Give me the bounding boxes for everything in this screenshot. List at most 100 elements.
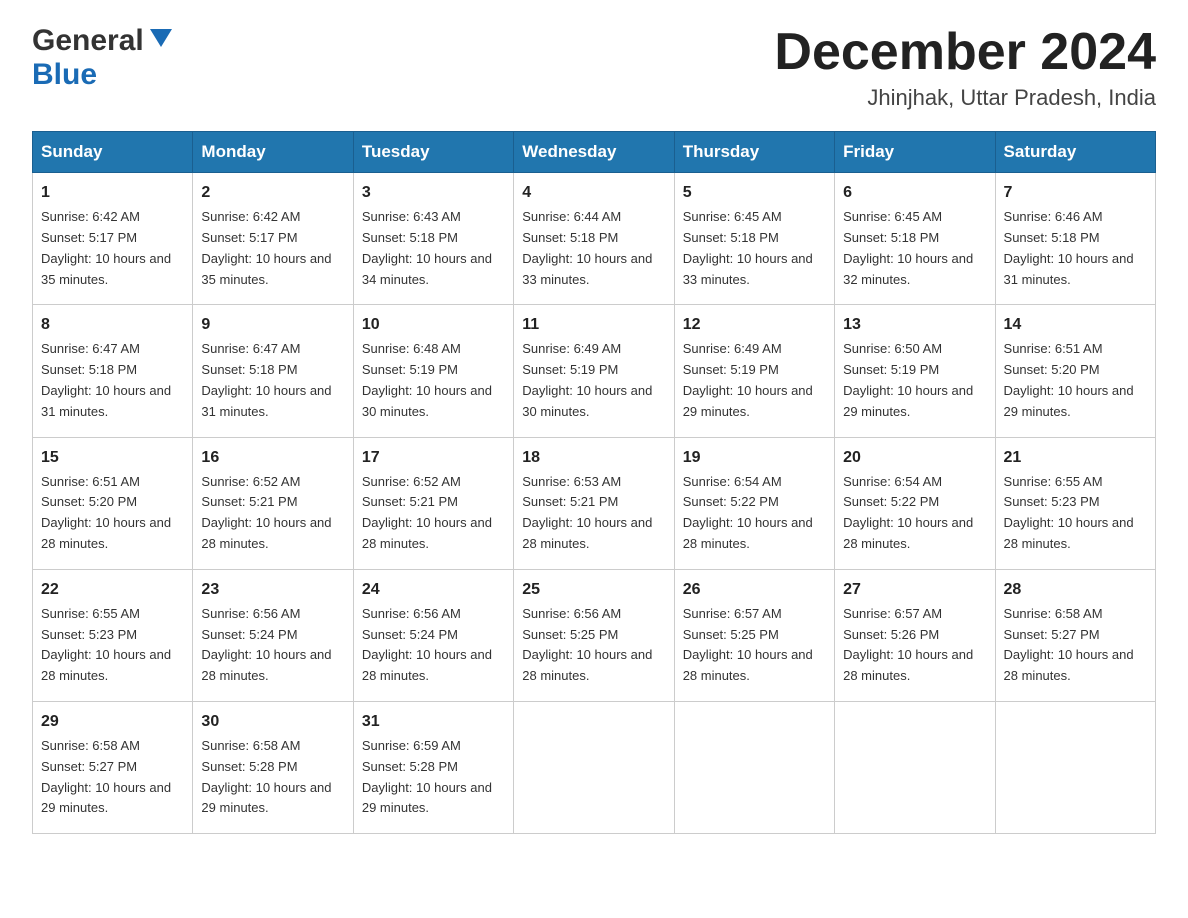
calendar-cell: 31 Sunrise: 6:59 AMSunset: 5:28 PMDaylig… bbox=[353, 701, 513, 833]
day-number: 25 bbox=[522, 578, 665, 602]
calendar-cell: 11 Sunrise: 6:49 AMSunset: 5:19 PMDaylig… bbox=[514, 305, 674, 437]
calendar-week-row: 15 Sunrise: 6:51 AMSunset: 5:20 PMDaylig… bbox=[33, 437, 1156, 569]
calendar-cell: 14 Sunrise: 6:51 AMSunset: 5:20 PMDaylig… bbox=[995, 305, 1155, 437]
weekday-header-tuesday: Tuesday bbox=[353, 132, 513, 173]
calendar-cell: 19 Sunrise: 6:54 AMSunset: 5:22 PMDaylig… bbox=[674, 437, 834, 569]
calendar-cell: 4 Sunrise: 6:44 AMSunset: 5:18 PMDayligh… bbox=[514, 173, 674, 305]
calendar-cell: 12 Sunrise: 6:49 AMSunset: 5:19 PMDaylig… bbox=[674, 305, 834, 437]
calendar-week-row: 29 Sunrise: 6:58 AMSunset: 5:27 PMDaylig… bbox=[33, 701, 1156, 833]
day-number: 17 bbox=[362, 446, 505, 470]
day-number: 5 bbox=[683, 181, 826, 205]
logo-general-text: General bbox=[32, 24, 144, 58]
weekday-header-saturday: Saturday bbox=[995, 132, 1155, 173]
calendar-cell: 17 Sunrise: 6:52 AMSunset: 5:21 PMDaylig… bbox=[353, 437, 513, 569]
calendar-cell: 21 Sunrise: 6:55 AMSunset: 5:23 PMDaylig… bbox=[995, 437, 1155, 569]
day-info: Sunrise: 6:56 AMSunset: 5:25 PMDaylight:… bbox=[522, 606, 652, 683]
calendar-cell: 30 Sunrise: 6:58 AMSunset: 5:28 PMDaylig… bbox=[193, 701, 353, 833]
calendar-table: SundayMondayTuesdayWednesdayThursdayFrid… bbox=[32, 131, 1156, 834]
day-info: Sunrise: 6:56 AMSunset: 5:24 PMDaylight:… bbox=[362, 606, 492, 683]
calendar-week-row: 1 Sunrise: 6:42 AMSunset: 5:17 PMDayligh… bbox=[33, 173, 1156, 305]
day-number: 18 bbox=[522, 446, 665, 470]
day-number: 15 bbox=[41, 446, 184, 470]
calendar-cell: 24 Sunrise: 6:56 AMSunset: 5:24 PMDaylig… bbox=[353, 569, 513, 701]
day-number: 27 bbox=[843, 578, 986, 602]
weekday-header-monday: Monday bbox=[193, 132, 353, 173]
day-info: Sunrise: 6:49 AMSunset: 5:19 PMDaylight:… bbox=[522, 341, 652, 418]
day-info: Sunrise: 6:50 AMSunset: 5:19 PMDaylight:… bbox=[843, 341, 973, 418]
day-number: 16 bbox=[201, 446, 344, 470]
day-number: 26 bbox=[683, 578, 826, 602]
day-number: 9 bbox=[201, 313, 344, 337]
calendar-body: 1 Sunrise: 6:42 AMSunset: 5:17 PMDayligh… bbox=[33, 173, 1156, 834]
weekday-header-friday: Friday bbox=[835, 132, 995, 173]
day-info: Sunrise: 6:51 AMSunset: 5:20 PMDaylight:… bbox=[41, 474, 171, 551]
day-info: Sunrise: 6:53 AMSunset: 5:21 PMDaylight:… bbox=[522, 474, 652, 551]
day-info: Sunrise: 6:58 AMSunset: 5:27 PMDaylight:… bbox=[1004, 606, 1134, 683]
calendar-cell: 20 Sunrise: 6:54 AMSunset: 5:22 PMDaylig… bbox=[835, 437, 995, 569]
day-number: 29 bbox=[41, 710, 184, 734]
calendar-cell: 7 Sunrise: 6:46 AMSunset: 5:18 PMDayligh… bbox=[995, 173, 1155, 305]
month-title: December 2024 bbox=[774, 24, 1156, 81]
calendar-cell: 5 Sunrise: 6:45 AMSunset: 5:18 PMDayligh… bbox=[674, 173, 834, 305]
day-info: Sunrise: 6:59 AMSunset: 5:28 PMDaylight:… bbox=[362, 738, 492, 815]
day-number: 14 bbox=[1004, 313, 1147, 337]
calendar-cell: 23 Sunrise: 6:56 AMSunset: 5:24 PMDaylig… bbox=[193, 569, 353, 701]
calendar-cell bbox=[995, 701, 1155, 833]
day-info: Sunrise: 6:54 AMSunset: 5:22 PMDaylight:… bbox=[683, 474, 813, 551]
day-info: Sunrise: 6:55 AMSunset: 5:23 PMDaylight:… bbox=[41, 606, 171, 683]
day-number: 22 bbox=[41, 578, 184, 602]
calendar-cell: 6 Sunrise: 6:45 AMSunset: 5:18 PMDayligh… bbox=[835, 173, 995, 305]
day-number: 3 bbox=[362, 181, 505, 205]
day-info: Sunrise: 6:56 AMSunset: 5:24 PMDaylight:… bbox=[201, 606, 331, 683]
location-subtitle: Jhinjhak, Uttar Pradesh, India bbox=[774, 85, 1156, 111]
calendar-cell: 13 Sunrise: 6:50 AMSunset: 5:19 PMDaylig… bbox=[835, 305, 995, 437]
calendar-cell bbox=[835, 701, 995, 833]
logo-arrow-icon bbox=[150, 29, 172, 47]
calendar-cell: 9 Sunrise: 6:47 AMSunset: 5:18 PMDayligh… bbox=[193, 305, 353, 437]
logo: General Blue bbox=[32, 24, 172, 92]
day-info: Sunrise: 6:45 AMSunset: 5:18 PMDaylight:… bbox=[683, 209, 813, 286]
day-number: 11 bbox=[522, 313, 665, 337]
day-info: Sunrise: 6:58 AMSunset: 5:27 PMDaylight:… bbox=[41, 738, 171, 815]
weekday-header-sunday: Sunday bbox=[33, 132, 193, 173]
calendar-cell: 10 Sunrise: 6:48 AMSunset: 5:19 PMDaylig… bbox=[353, 305, 513, 437]
day-number: 2 bbox=[201, 181, 344, 205]
page-header: General Blue December 2024 Jhinjhak, Utt… bbox=[32, 24, 1156, 111]
day-number: 30 bbox=[201, 710, 344, 734]
calendar-cell: 25 Sunrise: 6:56 AMSunset: 5:25 PMDaylig… bbox=[514, 569, 674, 701]
calendar-cell: 16 Sunrise: 6:52 AMSunset: 5:21 PMDaylig… bbox=[193, 437, 353, 569]
calendar-cell: 2 Sunrise: 6:42 AMSunset: 5:17 PMDayligh… bbox=[193, 173, 353, 305]
calendar-cell: 26 Sunrise: 6:57 AMSunset: 5:25 PMDaylig… bbox=[674, 569, 834, 701]
weekday-header-wednesday: Wednesday bbox=[514, 132, 674, 173]
calendar-header: SundayMondayTuesdayWednesdayThursdayFrid… bbox=[33, 132, 1156, 173]
calendar-cell: 22 Sunrise: 6:55 AMSunset: 5:23 PMDaylig… bbox=[33, 569, 193, 701]
title-block: December 2024 Jhinjhak, Uttar Pradesh, I… bbox=[774, 24, 1156, 111]
calendar-cell bbox=[514, 701, 674, 833]
day-number: 24 bbox=[362, 578, 505, 602]
calendar-cell: 8 Sunrise: 6:47 AMSunset: 5:18 PMDayligh… bbox=[33, 305, 193, 437]
weekday-header-row: SundayMondayTuesdayWednesdayThursdayFrid… bbox=[33, 132, 1156, 173]
day-number: 23 bbox=[201, 578, 344, 602]
day-info: Sunrise: 6:57 AMSunset: 5:25 PMDaylight:… bbox=[683, 606, 813, 683]
day-info: Sunrise: 6:54 AMSunset: 5:22 PMDaylight:… bbox=[843, 474, 973, 551]
day-info: Sunrise: 6:47 AMSunset: 5:18 PMDaylight:… bbox=[201, 341, 331, 418]
calendar-week-row: 8 Sunrise: 6:47 AMSunset: 5:18 PMDayligh… bbox=[33, 305, 1156, 437]
day-number: 8 bbox=[41, 313, 184, 337]
day-number: 7 bbox=[1004, 181, 1147, 205]
day-number: 20 bbox=[843, 446, 986, 470]
weekday-header-thursday: Thursday bbox=[674, 132, 834, 173]
day-info: Sunrise: 6:42 AMSunset: 5:17 PMDaylight:… bbox=[41, 209, 171, 286]
day-info: Sunrise: 6:58 AMSunset: 5:28 PMDaylight:… bbox=[201, 738, 331, 815]
day-info: Sunrise: 6:49 AMSunset: 5:19 PMDaylight:… bbox=[683, 341, 813, 418]
day-info: Sunrise: 6:57 AMSunset: 5:26 PMDaylight:… bbox=[843, 606, 973, 683]
calendar-cell: 15 Sunrise: 6:51 AMSunset: 5:20 PMDaylig… bbox=[33, 437, 193, 569]
day-number: 6 bbox=[843, 181, 986, 205]
day-info: Sunrise: 6:48 AMSunset: 5:19 PMDaylight:… bbox=[362, 341, 492, 418]
calendar-cell: 29 Sunrise: 6:58 AMSunset: 5:27 PMDaylig… bbox=[33, 701, 193, 833]
day-info: Sunrise: 6:52 AMSunset: 5:21 PMDaylight:… bbox=[362, 474, 492, 551]
day-number: 19 bbox=[683, 446, 826, 470]
day-number: 10 bbox=[362, 313, 505, 337]
day-info: Sunrise: 6:46 AMSunset: 5:18 PMDaylight:… bbox=[1004, 209, 1134, 286]
day-info: Sunrise: 6:45 AMSunset: 5:18 PMDaylight:… bbox=[843, 209, 973, 286]
day-info: Sunrise: 6:42 AMSunset: 5:17 PMDaylight:… bbox=[201, 209, 331, 286]
